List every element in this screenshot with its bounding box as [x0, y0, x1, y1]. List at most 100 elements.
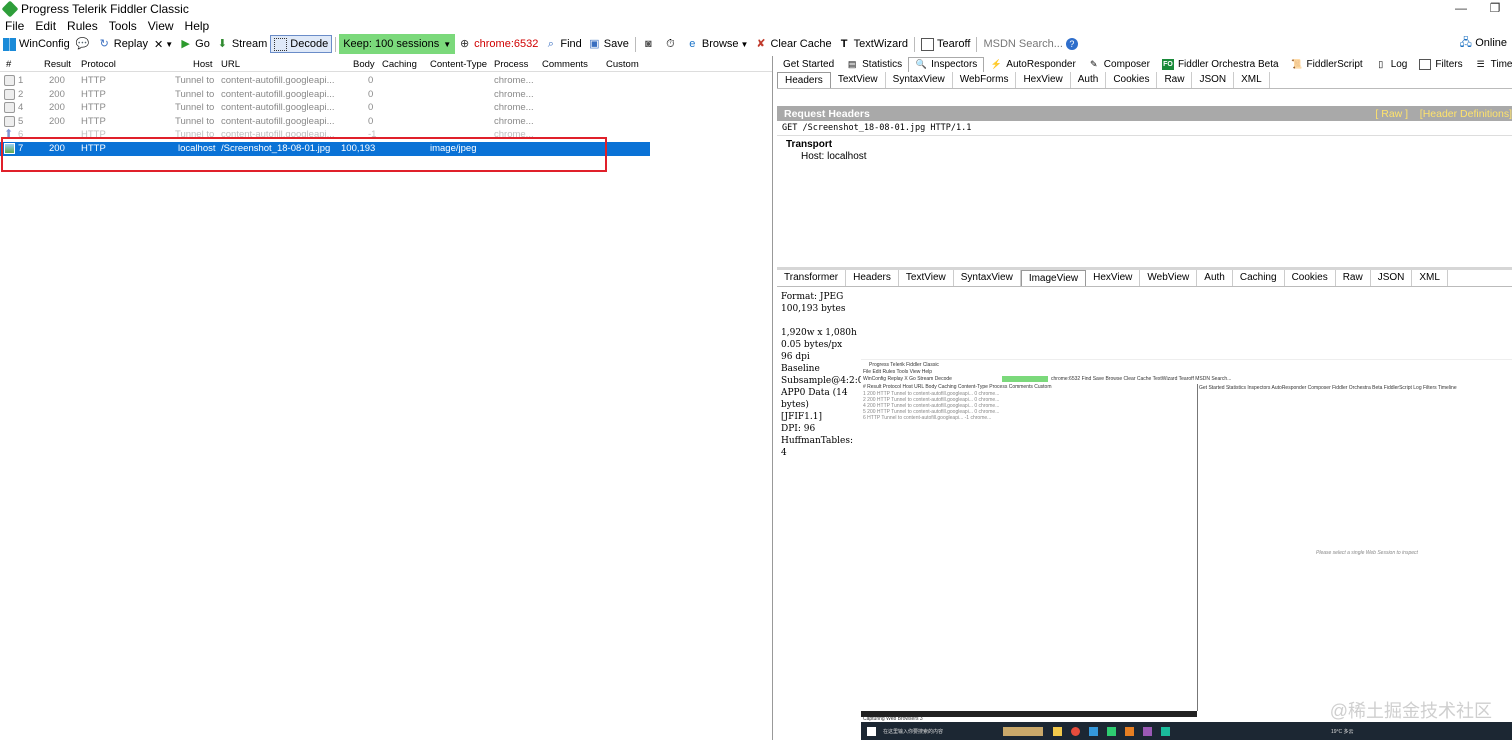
find-button[interactable]: ⌕ Find [541, 35, 584, 53]
minimize-button[interactable]: — [1444, 0, 1478, 18]
column-header-body[interactable]: Body [353, 59, 375, 70]
menu-help[interactable]: Help [185, 19, 210, 33]
image-preview: Progress Telerik Fiddler Classic File Ed… [861, 359, 1512, 740]
column-header-protocol[interactable]: Protocol [81, 59, 116, 70]
column-header-process[interactable]: Process [494, 59, 528, 70]
restore-button[interactable]: ❐ [1478, 0, 1512, 18]
keep-sessions-label: Keep: 100 sessions [343, 38, 440, 50]
remove-button[interactable]: ✕ ▼ [151, 35, 176, 53]
request-tab-hexview[interactable]: HexView [1016, 72, 1071, 88]
preview-menu: File Edit Rules Tools View Help [863, 369, 933, 375]
raw-link[interactable]: [ Raw ] [1375, 108, 1408, 120]
online-indicator[interactable]: 🖧 Online [1456, 34, 1510, 52]
stream-label: Stream [231, 38, 268, 50]
table-row[interactable]: 1 200 HTTP Tunnel to content-autofill.go… [0, 74, 772, 88]
response-tab-webview[interactable]: WebView [1140, 270, 1198, 286]
column-header-content-type[interactable]: Content-Type [430, 59, 487, 70]
request-tab-syntaxview[interactable]: SyntaxView [886, 72, 953, 88]
response-tab-raw[interactable]: Raw [1336, 270, 1371, 286]
timer-button[interactable]: ⏱ [661, 35, 683, 53]
browse-button[interactable]: e Browse ▼ [683, 35, 752, 53]
table-row[interactable]: 2 200 HTTP Tunnel to content-autofill.go… [0, 88, 772, 102]
response-tab-textview[interactable]: TextView [899, 270, 954, 286]
response-tab-caching[interactable]: Caching [1233, 270, 1285, 286]
column-header-host[interactable]: Host [193, 59, 213, 70]
response-tab-transformer[interactable]: Transformer [777, 270, 847, 286]
table-row[interactable]: 5 200 HTTP Tunnel to content-autofill.go… [0, 115, 772, 129]
session-host: Tunnel to [175, 102, 215, 114]
keep-sessions-dropdown[interactable]: Keep: 100 sessions ▼ [339, 34, 456, 54]
tab-get-started[interactable]: Get Started [777, 57, 840, 72]
app-icon [1143, 727, 1152, 736]
request-tab-auth[interactable]: Auth [1071, 72, 1107, 88]
response-tab-imageview[interactable]: ImageView [1020, 270, 1087, 286]
tab-fiddlerscript[interactable]: 📜 FiddlerScript [1285, 57, 1369, 72]
response-tab-hexview[interactable]: HexView [1086, 270, 1141, 286]
winconfig-button[interactable]: WinConfig [0, 35, 73, 53]
clear-cache-icon: ✘ [756, 37, 766, 50]
tab-log[interactable]: ▯ Log [1369, 57, 1414, 72]
decode-label: Decode [290, 38, 329, 50]
request-tab-webforms[interactable]: WebForms [953, 72, 1017, 88]
go-button[interactable]: ▶ Go [176, 35, 213, 53]
request-tab-textview[interactable]: TextView [831, 72, 886, 88]
column-header-comments[interactable]: Comments [542, 59, 588, 70]
save-button[interactable]: ▣ Save [585, 35, 632, 53]
column-header-caching[interactable]: Caching [382, 59, 417, 70]
column-header-custom[interactable]: Custom [606, 59, 639, 70]
preview-divider [1197, 384, 1198, 711]
response-tabs: Transformer Headers TextView SyntaxView … [777, 270, 1512, 287]
tab-orchestra[interactable]: FO Fiddler Orchestra Beta [1156, 57, 1285, 72]
process-filter-button[interactable]: ⊕ chrome:6532 [455, 35, 541, 53]
request-tab-xml[interactable]: XML [1234, 72, 1270, 88]
comment-button[interactable]: 💬 [73, 35, 95, 53]
go-label: Go [195, 38, 210, 50]
response-tab-cookies[interactable]: Cookies [1285, 270, 1336, 286]
request-tabs: Headers TextView SyntaxView WebForms Hex… [777, 72, 1512, 89]
session-num: 1 [18, 75, 24, 86]
replay-button[interactable]: ↻ Replay [95, 35, 151, 53]
table-row[interactable]: 4 200 HTTP Tunnel to content-autofill.go… [0, 101, 772, 115]
request-tab-headers[interactable]: Headers [777, 72, 831, 88]
help-icon[interactable]: ? [1065, 38, 1078, 50]
menu-edit[interactable]: Edit [35, 19, 56, 33]
response-tab-xml[interactable]: XML [1412, 270, 1448, 286]
response-tab-auth[interactable]: Auth [1197, 270, 1233, 286]
request-tab-json[interactable]: JSON [1192, 72, 1235, 88]
screenshot-button[interactable]: ◙ [639, 35, 661, 53]
tab-statistics[interactable]: ▤ Statistics [840, 57, 908, 72]
fiddler-logo-icon [1, 0, 19, 18]
textwizard-button[interactable]: T TextWizard [835, 35, 911, 53]
request-tab-raw[interactable]: Raw [1157, 72, 1193, 88]
msdn-search-input[interactable]: MSDN Search... [980, 38, 1065, 50]
column-header-url[interactable]: URL [221, 59, 240, 70]
menu-file[interactable]: File [5, 19, 24, 33]
request-tab-cookies[interactable]: Cookies [1106, 72, 1158, 88]
tab-timeline[interactable]: ☰ Timeline [1469, 57, 1512, 72]
tab-composer[interactable]: ✎ Composer [1082, 57, 1156, 72]
session-result: 200 [49, 75, 65, 86]
checkbox-icon [1419, 58, 1432, 70]
column-header-num[interactable]: # [6, 59, 11, 70]
decode-button[interactable]: Decode [270, 35, 333, 53]
stream-arrow-icon: ⬇ [217, 37, 227, 50]
menu-rules[interactable]: Rules [67, 19, 98, 33]
tab-inspectors[interactable]: 🔍 Inspectors [908, 56, 985, 72]
response-tab-json[interactable]: JSON [1371, 270, 1413, 286]
tearoff-button[interactable]: Tearoff [918, 35, 973, 53]
menu-tools[interactable]: Tools [109, 19, 137, 33]
column-header-result[interactable]: Result [44, 59, 71, 70]
transport-label: Transport [786, 139, 833, 150]
online-label: Online [1475, 37, 1507, 49]
stream-button[interactable]: ⬇ Stream [213, 35, 270, 53]
session-num: 4 [18, 102, 24, 114]
tab-label: FiddlerScript [1306, 58, 1363, 70]
tab-filters[interactable]: Filters [1413, 57, 1468, 72]
tab-autoresponder[interactable]: ⚡ AutoResponder [984, 57, 1082, 72]
response-tab-syntaxview[interactable]: SyntaxView [954, 270, 1021, 286]
response-tab-headers[interactable]: Headers [846, 270, 899, 286]
clear-cache-button[interactable]: ✘ Clear Cache [751, 35, 834, 53]
chrome-icon [1071, 727, 1080, 736]
header-definitions-link[interactable]: [Header Definitions] [1420, 108, 1512, 120]
menu-view[interactable]: View [148, 19, 174, 33]
